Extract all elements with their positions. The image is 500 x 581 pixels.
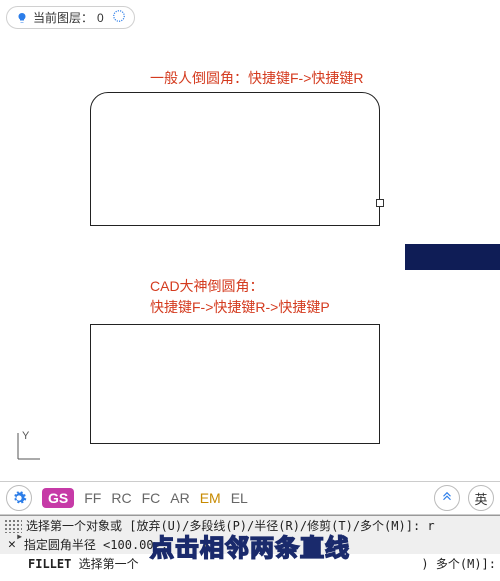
layer-label: 当前图层： <box>33 9 93 26</box>
shortcut-ff[interactable]: FF <box>84 490 101 506</box>
console-line2: 指定圆角半径 <100.00>: <box>24 536 168 553</box>
gs-badge[interactable]: GS <box>42 488 74 508</box>
ime-toggle[interactable]: 英 <box>468 485 494 511</box>
console-line3: FILLET 选择第一个 <box>28 555 139 572</box>
shortcut-fc[interactable]: FC <box>142 490 161 506</box>
video-caption: 点击相邻两条直线 <box>150 528 350 563</box>
layer-expand-icon[interactable] <box>112 9 126 26</box>
shortcut-rc[interactable]: RC <box>111 490 131 506</box>
shortcut-em[interactable]: EM <box>200 490 221 506</box>
rounded-rect-shape[interactable] <box>90 92 380 226</box>
console-line3-tail: ) 多个(M)]: <box>421 555 496 572</box>
annotation-bottom-line1: CAD大神倒圆角： <box>150 278 264 294</box>
console-input-value: r <box>427 519 434 533</box>
layer-selector[interactable]: 当前图层： 0 <box>6 6 135 29</box>
bulb-icon <box>15 11 29 25</box>
ucs-y-label: Y <box>22 430 30 442</box>
ucs-indicator: Y <box>12 429 42 468</box>
chevron-up-icon[interactable] <box>434 485 460 511</box>
shortcut-ar[interactable]: AR <box>170 490 189 506</box>
annotation-bottom-line2: 快捷键F->快捷键R->快捷键P <box>150 299 330 315</box>
side-panel-strip <box>405 244 500 270</box>
annotation-top: 一般人倒圆角：快捷键F->快捷键R <box>150 68 364 89</box>
rect-shape[interactable] <box>90 324 380 444</box>
selection-handle[interactable] <box>376 199 384 207</box>
command-toolbar: GS FF RC FC AR EM EL 英 <box>0 481 500 515</box>
chevron-right-icon: ▸ <box>16 529 23 543</box>
layer-value: 0 <box>97 11 104 25</box>
settings-gear-icon[interactable] <box>6 485 32 511</box>
shortcut-el[interactable]: EL <box>231 490 248 506</box>
annotation-bottom: CAD大神倒圆角： 快捷键F->快捷键R->快捷键P <box>150 276 330 318</box>
